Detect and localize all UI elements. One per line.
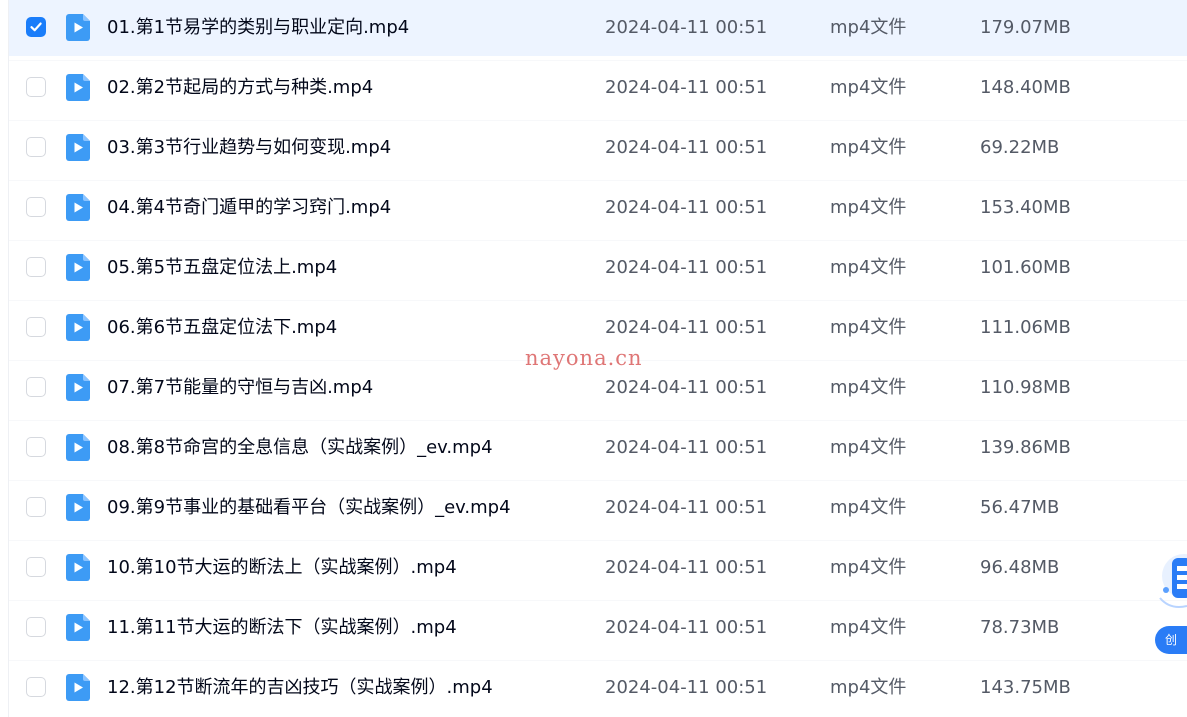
row-checkbox[interactable]	[26, 77, 46, 97]
file-type: mp4文件	[830, 257, 907, 278]
file-type: mp4文件	[830, 77, 907, 98]
row-divider	[9, 60, 1187, 61]
row-checkbox[interactable]	[26, 557, 46, 577]
table-row[interactable]: 10.第10节大运的断法上（实战案例）.mp4 2024-04-11 00:51…	[9, 540, 1187, 596]
video-file-icon	[66, 74, 90, 101]
table-row[interactable]: 12.第12节断流年的吉凶技巧（实战案例）.mp4 2024-04-11 00:…	[9, 660, 1187, 716]
file-date: 2024-04-11 00:51	[605, 677, 768, 698]
row-checkbox[interactable]	[26, 617, 46, 637]
file-size: 69.22MB	[980, 137, 1060, 158]
file-name[interactable]: 02.第2节起局的方式与种类.mp4	[107, 60, 373, 116]
row-checkbox[interactable]	[26, 17, 46, 37]
file-type: mp4文件	[830, 677, 907, 698]
table-row[interactable]: 08.第8节命宫的全息信息（实战案例）_ev.mp4 2024-04-11 00…	[9, 420, 1187, 476]
file-name[interactable]: 07.第7节能量的守恒与吉凶.mp4	[107, 360, 373, 416]
video-file-icon	[66, 374, 90, 401]
file-date: 2024-04-11 00:51	[605, 557, 768, 578]
row-divider	[9, 300, 1187, 301]
video-file-icon	[66, 554, 90, 581]
file-type: mp4文件	[830, 557, 907, 578]
file-name[interactable]: 08.第8节命宫的全息信息（实战案例）_ev.mp4	[107, 420, 493, 476]
file-size: 143.75MB	[980, 677, 1071, 698]
table-row[interactable]: 09.第9节事业的基础看平台（实战案例）_ev.mp4 2024-04-11 0…	[9, 480, 1187, 536]
row-checkbox[interactable]	[26, 197, 46, 217]
file-date: 2024-04-11 00:51	[605, 77, 768, 98]
file-date: 2024-04-11 00:51	[605, 137, 768, 158]
file-date: 2024-04-11 00:51	[605, 497, 768, 518]
file-name[interactable]: 11.第11节大运的断法下（实战案例）.mp4	[107, 600, 457, 656]
file-date: 2024-04-11 00:51	[605, 197, 768, 218]
file-type: mp4文件	[830, 437, 907, 458]
video-file-icon	[66, 494, 90, 521]
file-name[interactable]: 12.第12节断流年的吉凶技巧（实战案例）.mp4	[107, 660, 493, 716]
video-file-icon	[66, 194, 90, 221]
file-date: 2024-04-11 00:51	[605, 437, 768, 458]
table-row[interactable]: 02.第2节起局的方式与种类.mp4 2024-04-11 00:51 mp4文…	[9, 60, 1187, 116]
file-type: mp4文件	[830, 137, 907, 158]
file-type: mp4文件	[830, 197, 907, 218]
file-name[interactable]: 05.第5节五盘定位法上.mp4	[107, 240, 337, 296]
row-checkbox[interactable]	[26, 677, 46, 697]
file-size: 139.86MB	[980, 437, 1071, 458]
file-size: 179.07MB	[980, 17, 1071, 38]
row-divider	[9, 420, 1187, 421]
video-file-icon	[66, 674, 90, 701]
file-list: 01.第1节易学的类别与职业定向.mp4 2024-04-11 00:51 mp…	[0, 0, 1187, 717]
file-size: 96.48MB	[980, 557, 1060, 578]
file-size: 111.06MB	[980, 317, 1071, 338]
video-file-icon	[66, 314, 90, 341]
assistant-robot-icon	[1159, 554, 1187, 608]
file-name[interactable]: 10.第10节大运的断法上（实战案例）.mp4	[107, 540, 457, 596]
file-type: mp4文件	[830, 17, 907, 38]
file-size: 56.47MB	[980, 497, 1060, 518]
file-size: 153.40MB	[980, 197, 1071, 218]
table-row[interactable]: 11.第11节大运的断法下（实战案例）.mp4 2024-04-11 00:51…	[9, 600, 1187, 656]
file-type: mp4文件	[830, 617, 907, 638]
row-divider	[9, 180, 1187, 181]
row-divider	[9, 600, 1187, 601]
file-size: 101.60MB	[980, 257, 1071, 278]
row-checkbox[interactable]	[26, 257, 46, 277]
row-checkbox[interactable]	[26, 377, 46, 397]
video-file-icon	[66, 254, 90, 281]
floating-assistant[interactable]: 创	[1150, 548, 1187, 660]
video-file-icon	[66, 14, 90, 41]
file-name[interactable]: 01.第1节易学的类别与职业定向.mp4	[107, 0, 409, 56]
watermark: nayona.cn	[525, 346, 643, 370]
file-type: mp4文件	[830, 497, 907, 518]
file-date: 2024-04-11 00:51	[605, 17, 768, 38]
file-name[interactable]: 06.第6节五盘定位法下.mp4	[107, 300, 337, 356]
row-checkbox[interactable]	[26, 317, 46, 337]
file-name[interactable]: 09.第9节事业的基础看平台（实战案例）_ev.mp4	[107, 480, 511, 536]
row-divider	[9, 240, 1187, 241]
row-checkbox[interactable]	[26, 497, 46, 517]
file-name[interactable]: 04.第4节奇门遁甲的学习窍门.mp4	[107, 180, 391, 236]
video-file-icon	[66, 614, 90, 641]
file-name[interactable]: 03.第3节行业趋势与如何变现.mp4	[107, 120, 391, 176]
file-size: 78.73MB	[980, 617, 1060, 638]
row-divider	[9, 540, 1187, 541]
row-divider	[9, 480, 1187, 481]
row-divider	[9, 120, 1187, 121]
table-row[interactable]: 01.第1节易学的类别与职业定向.mp4 2024-04-11 00:51 mp…	[9, 0, 1187, 56]
table-row[interactable]: 03.第3节行业趋势与如何变现.mp4 2024-04-11 00:51 mp4…	[9, 120, 1187, 176]
file-size: 148.40MB	[980, 77, 1071, 98]
table-row[interactable]: 04.第4节奇门遁甲的学习窍门.mp4 2024-04-11 00:51 mp4…	[9, 180, 1187, 236]
table-row[interactable]: 05.第5节五盘定位法上.mp4 2024-04-11 00:51 mp4文件 …	[9, 240, 1187, 296]
file-type: mp4文件	[830, 317, 907, 338]
file-size: 110.98MB	[980, 377, 1071, 398]
assistant-label[interactable]: 创	[1155, 626, 1187, 654]
video-file-icon	[66, 434, 90, 461]
row-divider	[9, 660, 1187, 661]
file-date: 2024-04-11 00:51	[605, 257, 768, 278]
checkmark-icon	[30, 22, 42, 32]
row-checkbox[interactable]	[26, 437, 46, 457]
file-type: mp4文件	[830, 377, 907, 398]
file-date: 2024-04-11 00:51	[605, 617, 768, 638]
row-checkbox[interactable]	[26, 137, 46, 157]
video-file-icon	[66, 134, 90, 161]
